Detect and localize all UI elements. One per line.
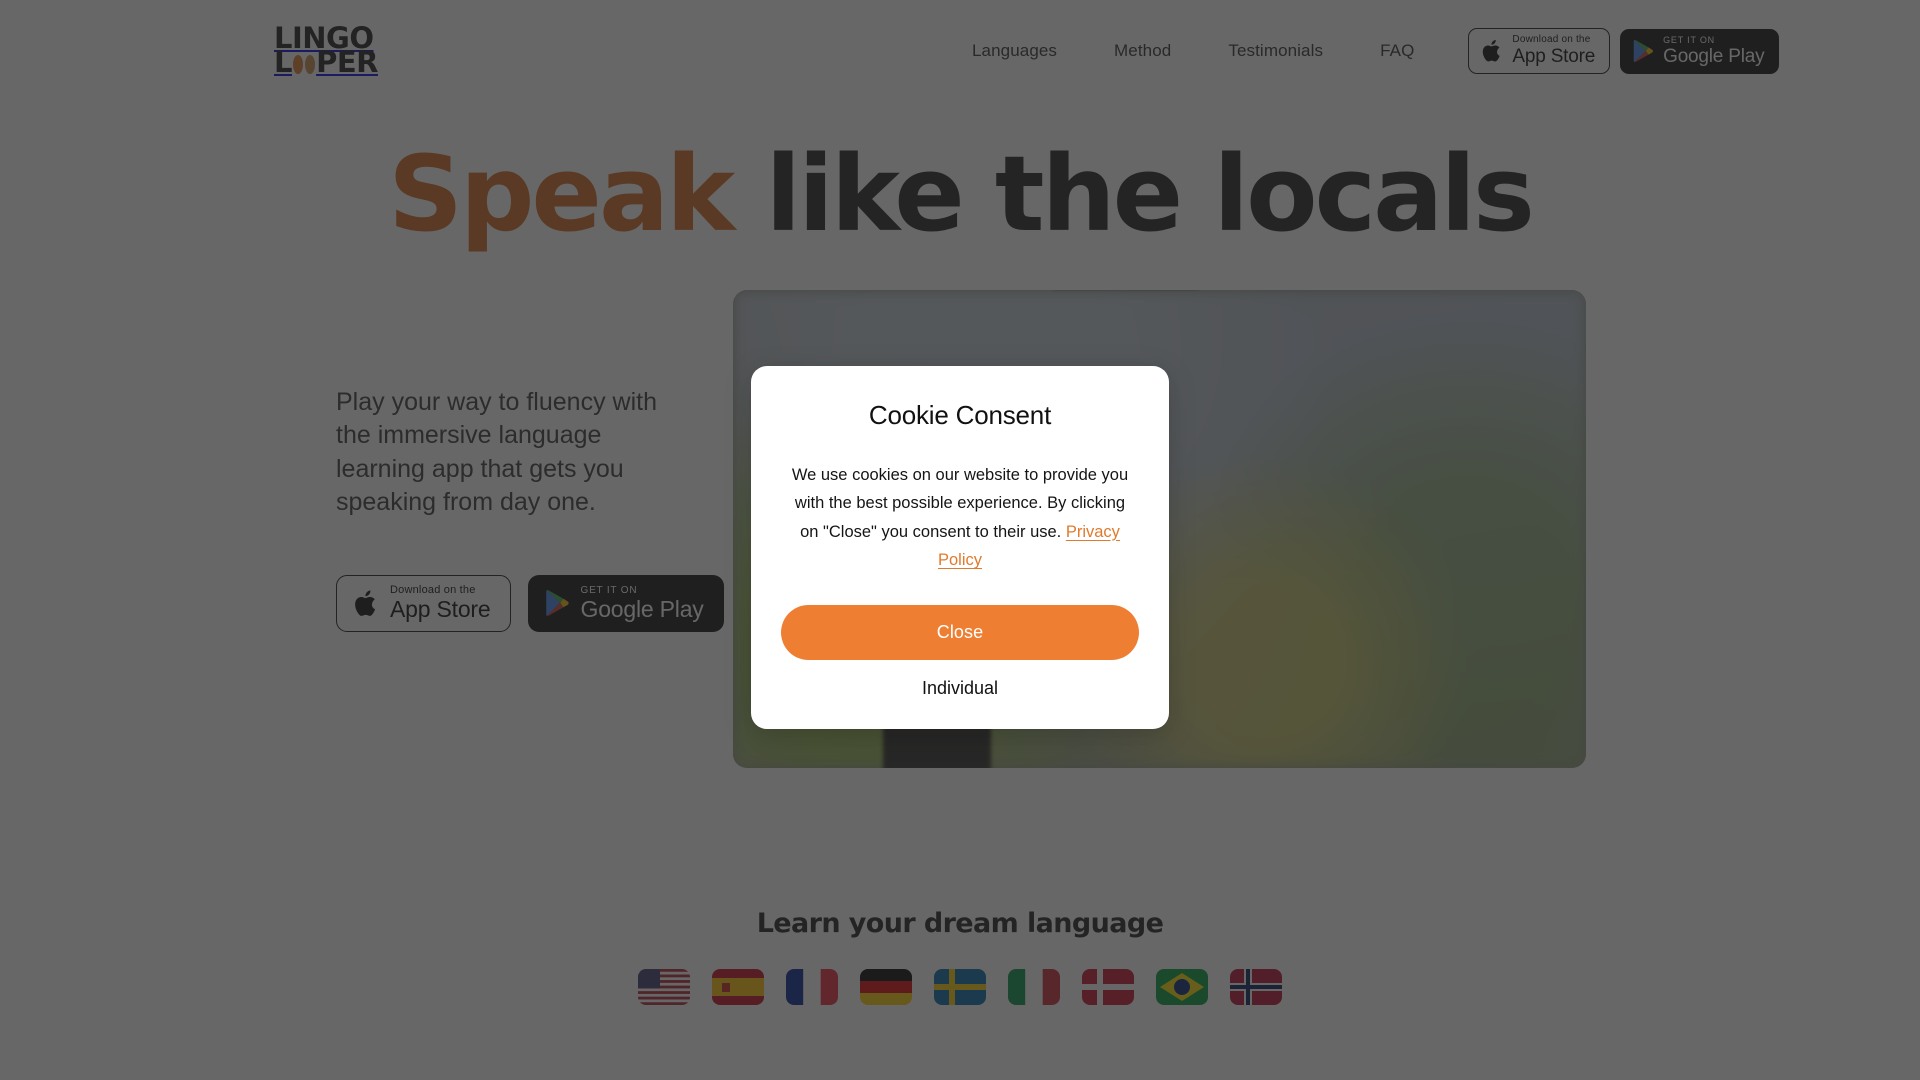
cookie-consent-title: Cookie Consent	[868, 400, 1052, 430]
cookie-close-button[interactable]: Close	[781, 604, 1139, 660]
cookie-consent-text: We use cookies on our website to provide…	[781, 461, 1139, 575]
cookie-consent-modal: Cookie Consent We use cookies on our web…	[751, 366, 1169, 729]
cookie-individual-button[interactable]: Individual	[781, 678, 1139, 699]
